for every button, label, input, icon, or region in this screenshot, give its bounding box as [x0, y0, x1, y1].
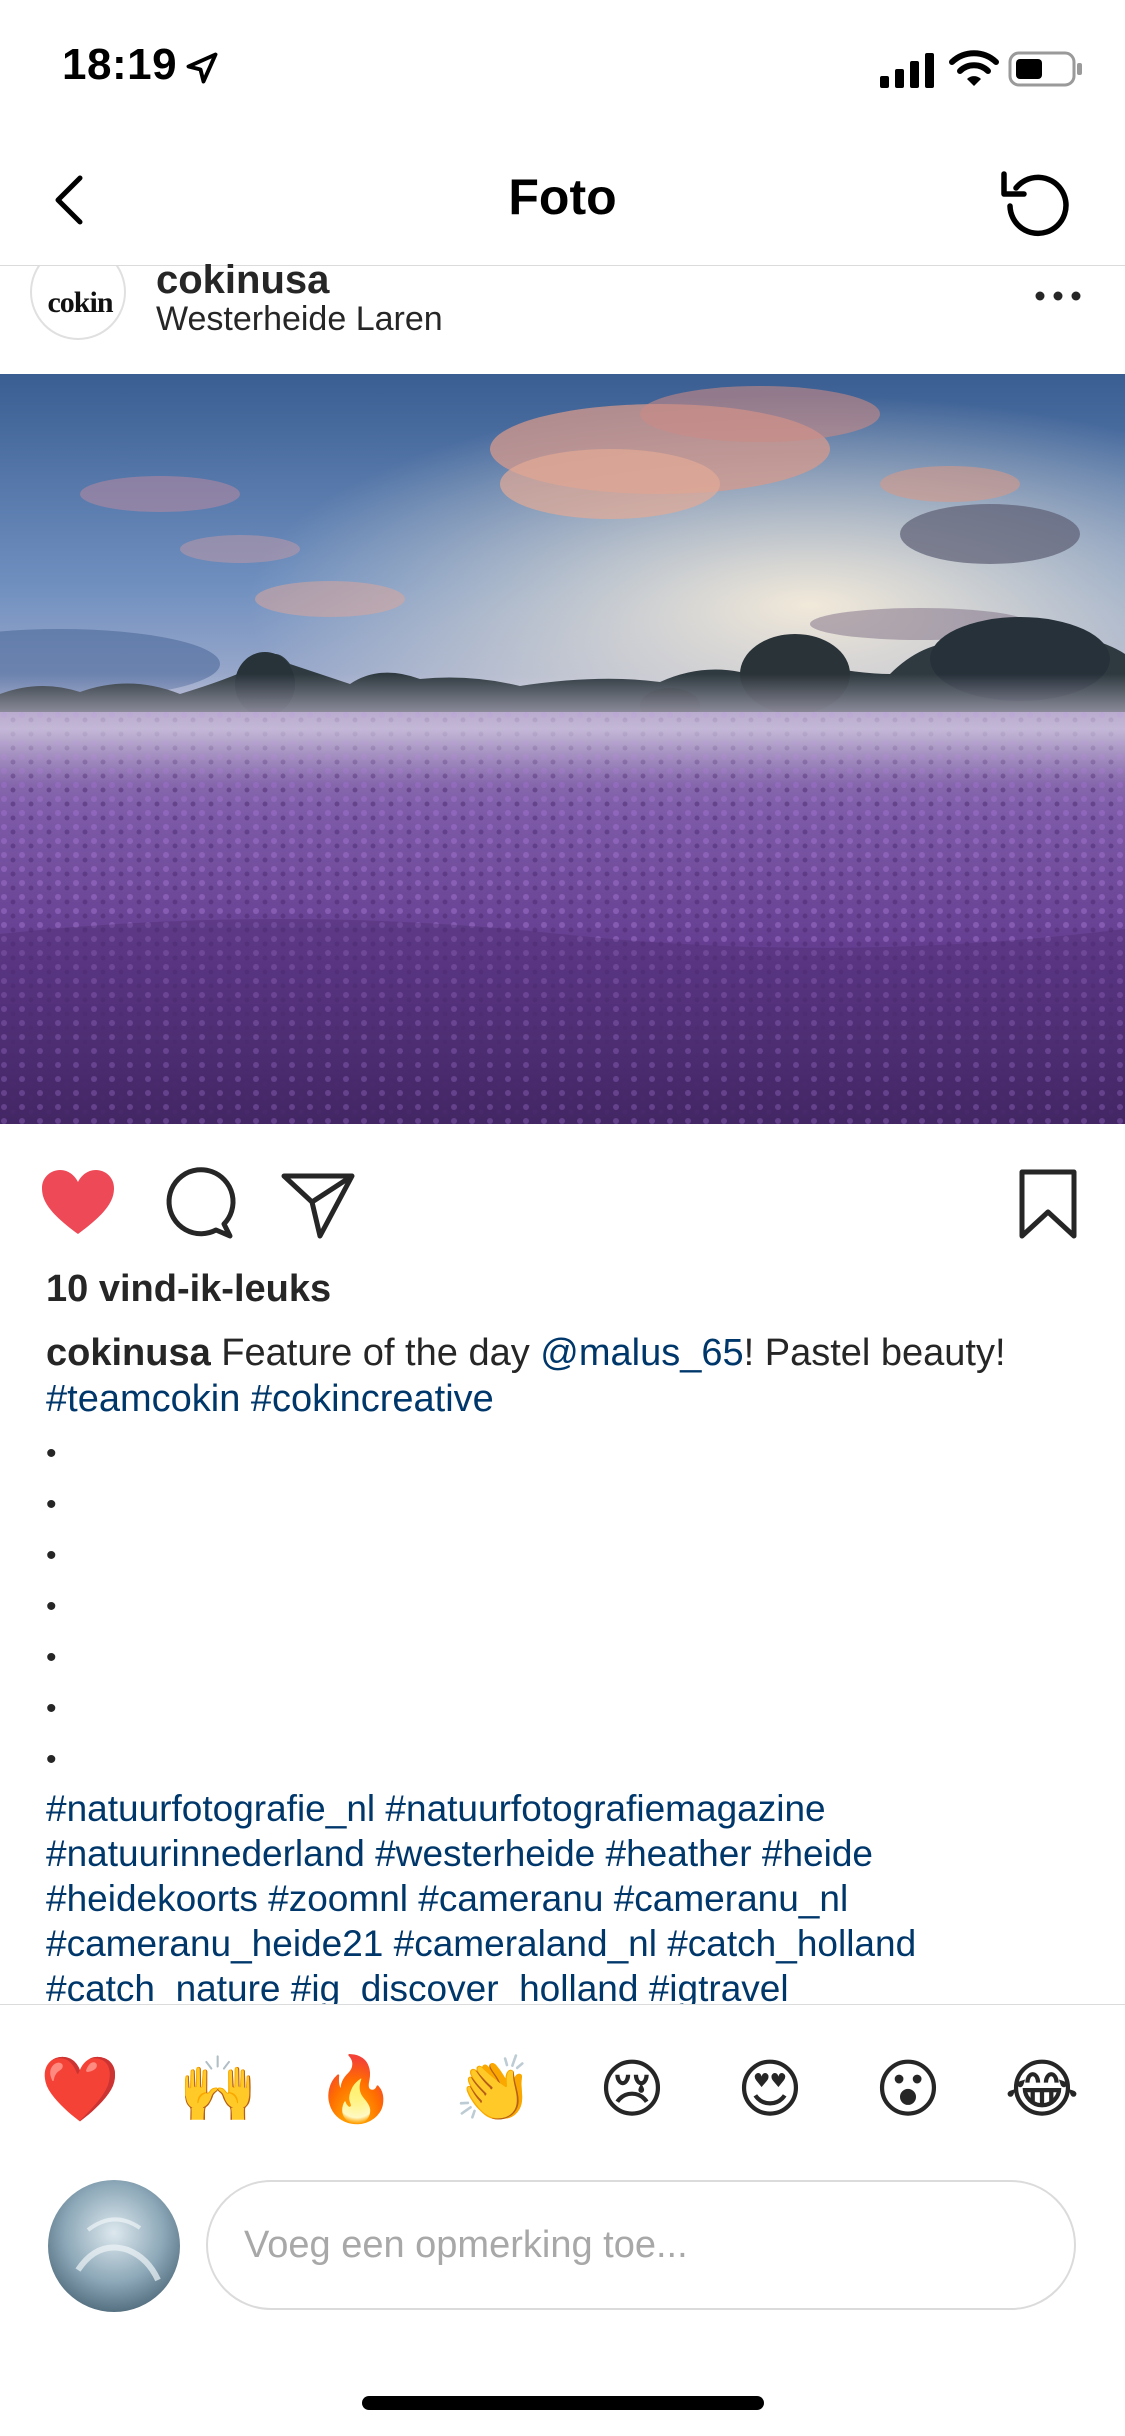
bullet-dot: • [46, 1641, 57, 1674]
post-header: cokin cokinusa Westerheide Laren [0, 258, 1125, 374]
hashtag[interactable]: #heide [762, 1833, 873, 1874]
bullet-dot: • [46, 1437, 57, 1470]
location-arrow-icon [186, 52, 218, 84]
hashtag[interactable]: #cameranu_nl [614, 1878, 848, 1919]
avatar-logo-text: cokin [47, 286, 113, 319]
comment-bar [0, 2166, 1125, 2336]
reaction-clapping-hands[interactable]: 👏 [454, 2049, 534, 2129]
post-caption: cokinusa Feature of the day @malus_65! P… [46, 1330, 1086, 1422]
caption-dots: • • • • • • • [46, 1428, 86, 1785]
like-heart-icon[interactable] [38, 1164, 118, 1244]
hashtag[interactable]: #cameranu [418, 1878, 603, 1919]
quick-reactions-bar: ❤️ 🙌 🔥 👏 😢 😍 😮 😂 [0, 2004, 1125, 2166]
status-time: 18:19 [62, 40, 178, 89]
caption-mention[interactable]: @malus_65 [540, 1332, 743, 1374]
profile-avatar[interactable]: cokin [30, 266, 126, 340]
current-user-avatar [48, 2180, 180, 2312]
caption-text-end: ! Pastel beauty! [743, 1332, 1006, 1374]
hashtag[interactable]: #ig_discover_holland [291, 1968, 639, 2004]
bullet-dot: • [46, 1743, 57, 1776]
hashtag[interactable]: #igtravel [649, 1968, 789, 2004]
post-actions [0, 1124, 1125, 1264]
reaction-heart[interactable]: ❤️ [40, 2049, 120, 2129]
likes-count[interactable]: 10 vind-ik-leuks [46, 1268, 331, 1311]
hashtag[interactable]: #catch_nature [46, 1968, 281, 2004]
status-bar: 18:19 [0, 0, 1125, 140]
hashtag[interactable]: #natuurinnederland [46, 1833, 365, 1874]
reaction-crying-face[interactable]: 😢 [592, 2049, 672, 2129]
hashtag[interactable]: #heidekoorts [46, 1878, 258, 1919]
home-indicator[interactable] [362, 2396, 764, 2410]
bullet-dot: • [46, 1590, 57, 1623]
cellular-signal-icon [880, 53, 934, 88]
bullet-dot: • [46, 1692, 57, 1725]
post-username[interactable]: cokinusa [156, 258, 329, 303]
comment-icon[interactable] [158, 1164, 238, 1244]
caption-username[interactable]: cokinusa [46, 1332, 211, 1374]
hashtag[interactable]: #catch_holland [667, 1923, 916, 1964]
post-location[interactable]: Westerheide Laren [156, 300, 443, 339]
share-paper-plane-icon[interactable] [278, 1164, 358, 1244]
hashtag[interactable]: #cameranu_heide21 [46, 1923, 383, 1964]
post-photo[interactable] [0, 374, 1125, 1124]
reaction-raising-hands[interactable]: 🙌 [178, 2049, 258, 2129]
reaction-surprised-face[interactable]: 😮 [868, 2049, 948, 2129]
hashtag[interactable]: #natuurfotografie_nl [46, 1788, 375, 1829]
hashtag-list: #natuurfotografie_nl #natuurfotografiema… [46, 1786, 1106, 2004]
avatar-circle: cokin [30, 266, 126, 340]
hashtag[interactable]: #cameraland_nl [394, 1923, 657, 1964]
page-title: Foto [508, 169, 617, 225]
comment-input[interactable] [206, 2180, 1076, 2310]
wifi-icon [949, 50, 999, 86]
bullet-dot: • [46, 1488, 57, 1521]
caption-text: Feature of the day [210, 1332, 541, 1374]
bullet-dot: • [46, 1539, 57, 1572]
caption-hashtag[interactable]: #teamcokin [46, 1378, 240, 1420]
battery-icon [1008, 51, 1082, 87]
reaction-heart-eyes[interactable]: 😍 [730, 2049, 810, 2129]
caption-hashtag[interactable]: #cokincreative [251, 1378, 494, 1420]
hashtag[interactable]: #heather [606, 1833, 752, 1874]
nav-bar: Foto [0, 140, 1125, 266]
hashtag[interactable]: #zoomnl [268, 1878, 408, 1919]
reaction-tears-of-joy[interactable]: 😂 [1002, 2049, 1082, 2129]
reaction-fire[interactable]: 🔥 [316, 2049, 396, 2129]
heather-landscape-image [0, 374, 1125, 1124]
hashtag[interactable]: #westerheide [375, 1833, 595, 1874]
refresh-icon[interactable] [996, 160, 1080, 244]
more-options-icon[interactable] [1030, 276, 1086, 316]
hashtag[interactable]: #natuurfotografiemagazine [385, 1788, 825, 1829]
save-bookmark-icon[interactable] [1008, 1164, 1088, 1244]
